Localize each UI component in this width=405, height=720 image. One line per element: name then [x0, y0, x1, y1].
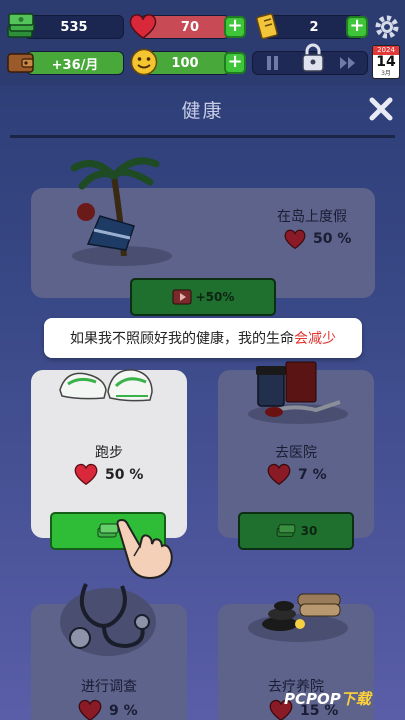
medicine-image: [248, 361, 348, 424]
income-value: +36/月: [51, 57, 99, 73]
top-bar: 535 70 + 2 + +36/月 100 + 2024 14 3月: [0, 0, 405, 86]
add-health-button[interactable]: +: [224, 16, 246, 38]
tooltip: 如果我不照顾好我的健康，我的生命 会减少: [44, 318, 362, 358]
wallet-icon: [7, 53, 34, 73]
spa-stones-image: [248, 593, 348, 642]
beach-chair-palm-image: [70, 157, 172, 266]
fast-forward-icon[interactable]: [339, 56, 357, 70]
health-percent: 50 %: [313, 231, 352, 247]
boost-button[interactable]: +50%: [130, 278, 276, 316]
hospital-cost: 30: [300, 524, 318, 538]
close-icon[interactable]: [366, 94, 396, 124]
sneakers-image: [59, 369, 153, 402]
lock-icon: [302, 43, 324, 72]
health-percent: 7 %: [298, 467, 327, 483]
ticket-icon: [256, 13, 278, 40]
health-percent: 9 %: [109, 703, 138, 719]
tooltip-text: 如果我不照顾好我的健康，我的生命: [70, 331, 294, 347]
watermark: PCPOP下载: [284, 688, 371, 709]
gear-icon[interactable]: [374, 14, 400, 40]
watermark-main: PCPOP: [284, 690, 341, 708]
heart-icon: [267, 463, 291, 486]
heart-icon: [78, 699, 102, 720]
tap-hand-icon: [116, 518, 173, 580]
add-ticket-button[interactable]: +: [346, 16, 368, 38]
ticket-value: 2: [309, 19, 319, 35]
calendar-month: 3月: [381, 70, 391, 77]
pause-button[interactable]: [266, 56, 280, 70]
heart-icon: [284, 229, 306, 250]
pause-icon: [267, 56, 271, 70]
boost-label: +50%: [195, 290, 235, 304]
header-divider: [10, 135, 395, 138]
go-hospital-button[interactable]: 30: [238, 512, 354, 550]
activity-title: 去医院: [275, 445, 317, 461]
video-play-icon: [172, 289, 192, 305]
activity-title: 跑步: [95, 445, 123, 461]
money-value: 535: [60, 19, 88, 35]
calendar-day: 14: [376, 54, 396, 70]
calendar: 2024 14 3月: [372, 45, 400, 79]
pause-icon-bar: [274, 56, 278, 70]
money-counter: 535: [24, 15, 124, 39]
activity-title: 在岛上度假: [277, 209, 347, 225]
heart-icon: [74, 463, 98, 486]
tooltip-highlight: 会减少: [294, 331, 336, 347]
activity-title: 进行调查: [81, 679, 137, 695]
heart-icon: [129, 14, 157, 39]
health-value: 70: [180, 19, 199, 35]
happiness-value: 100: [171, 55, 199, 71]
stethoscope-image: [60, 583, 156, 656]
health-percent: 50 %: [105, 467, 144, 483]
money-stack-icon: [7, 13, 35, 38]
add-happiness-button[interactable]: +: [224, 52, 246, 74]
smiley-icon: [130, 48, 158, 76]
page-title: 健康: [181, 100, 224, 122]
money-stack-icon: [276, 524, 295, 537]
income-counter: +36/月: [26, 51, 124, 75]
watermark-tail: 下载: [340, 690, 371, 708]
